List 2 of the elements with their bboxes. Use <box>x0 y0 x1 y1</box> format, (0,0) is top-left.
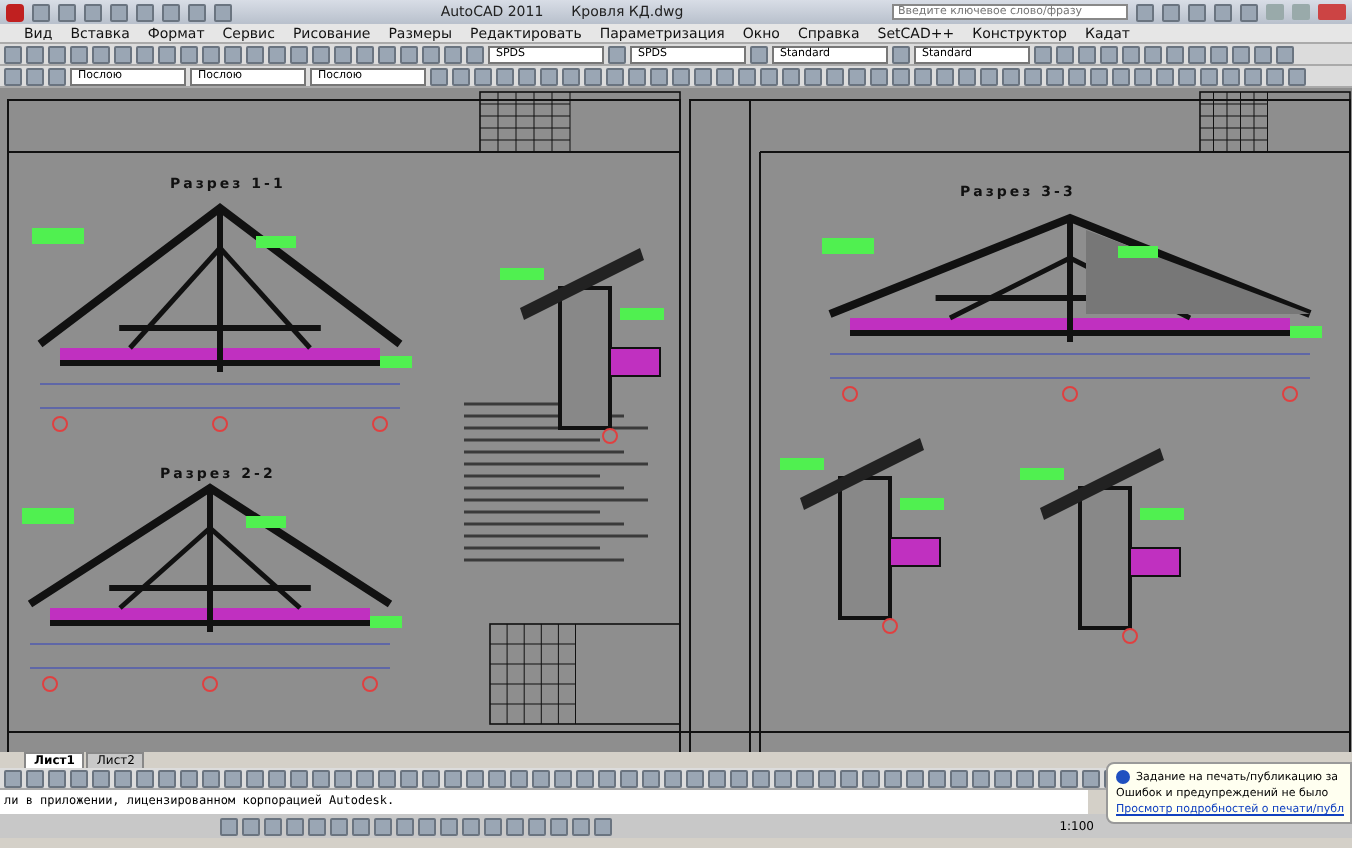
app-logo-icon[interactable] <box>6 3 24 21</box>
info-icon <box>1116 770 1131 784</box>
